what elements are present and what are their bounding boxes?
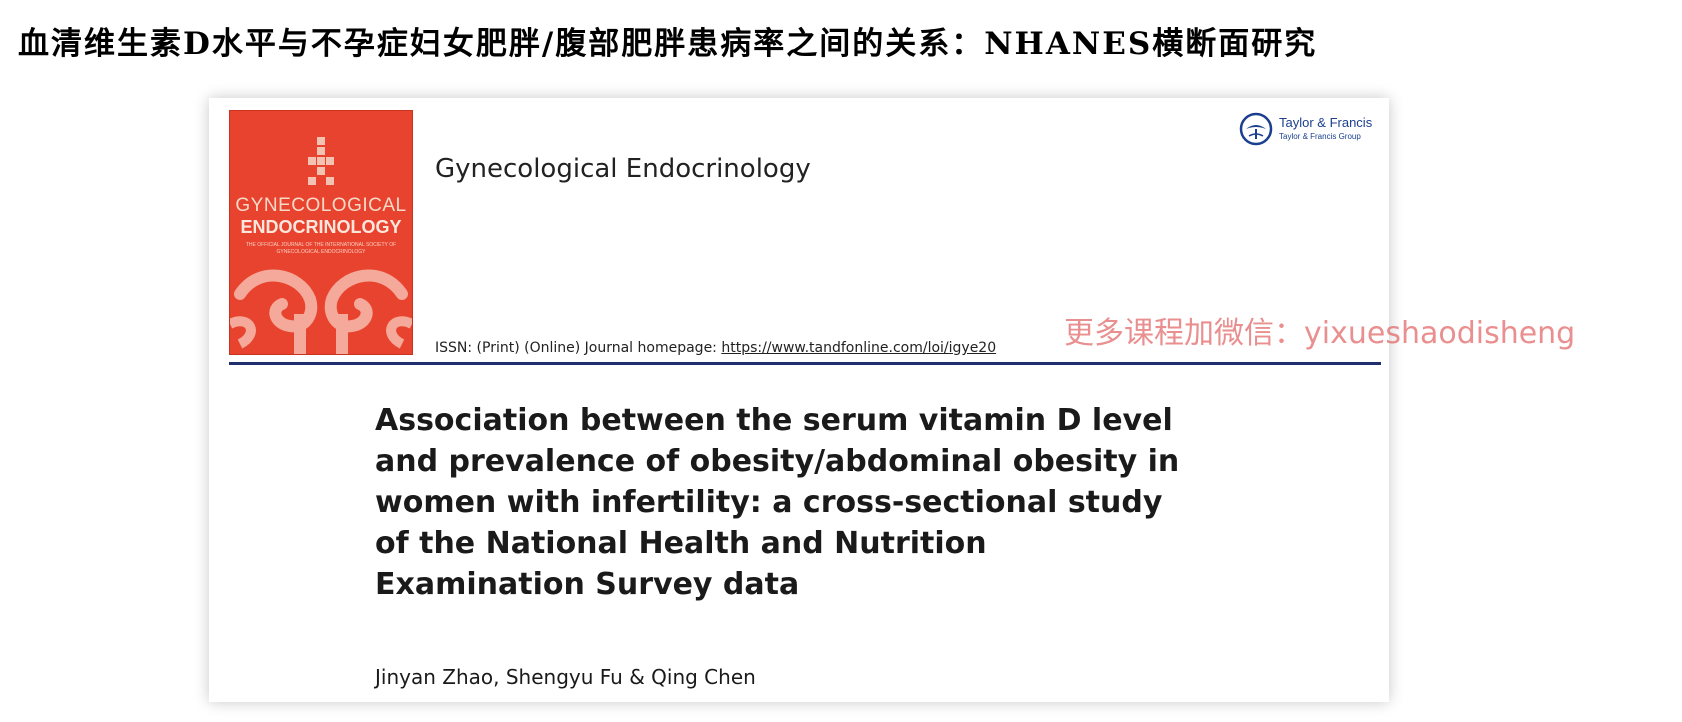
journal-homepage-link[interactable]: https://www.tandfonline.com/loi/igye20 <box>721 340 996 356</box>
publisher-group: Taylor & Francis Group <box>1279 132 1361 141</box>
publisher-logo-icon <box>1239 112 1273 146</box>
cover-title-line2: ENDOCRINOLOGY <box>240 217 402 237</box>
issn-label: ISSN: (Print) (Online) Journal homepage: <box>435 340 722 356</box>
journal-name: Gynecological Endocrinology <box>435 154 811 184</box>
header-divider <box>229 362 1381 365</box>
watermark-text: 更多课程加微信：yixueshaodisheng <box>1064 316 1576 351</box>
cover-emblem-icon <box>308 137 334 185</box>
slide-title: 血清维生素D水平与不孕症妇女肥胖/腹部肥胖患病率之间的关系：NHANES横断面研… <box>18 26 1318 62</box>
cover-title-line1: GYNECOLOGICAL <box>235 195 407 216</box>
publisher-logo[interactable]: Taylor & Francis Taylor & Francis Group <box>1239 112 1389 152</box>
document-card: GYNECOLOGICAL ENDOCRINOLOGY THE OFFICIAL… <box>209 98 1389 702</box>
article-title: Association between the serum vitamin D … <box>375 403 1180 602</box>
journal-cover: GYNECOLOGICAL ENDOCRINOLOGY THE OFFICIAL… <box>229 110 413 355</box>
issn-line: ISSN: (Print) (Online) Journal homepage:… <box>435 340 996 356</box>
publisher-name: Taylor & Francis <box>1279 115 1373 130</box>
article-authors: Jinyan Zhao, Shengyu Fu & Qing Chen <box>375 665 756 689</box>
cover-uterus-artwork-icon <box>230 269 412 354</box>
